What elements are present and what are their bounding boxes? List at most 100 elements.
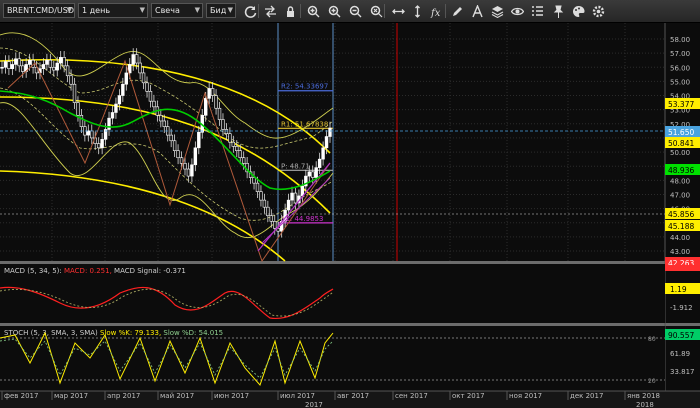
- checklist-button[interactable]: [529, 3, 545, 19]
- candle: [228, 133, 232, 143]
- candle: [231, 141, 236, 147]
- candle: [96, 143, 101, 149]
- macd-tick: -1.912: [670, 304, 693, 312]
- candle: [179, 157, 184, 164]
- candle: [193, 147, 198, 166]
- pivot-label-r2: R2: 54.33697: [281, 83, 328, 91]
- candle: [110, 112, 115, 119]
- candle: [79, 115, 84, 127]
- pencil-button[interactable]: [449, 3, 465, 19]
- candle: [124, 72, 128, 85]
- stoch-current-value: 90.557: [668, 331, 694, 340]
- fx-button[interactable]: fx: [428, 3, 444, 19]
- macd-title: MACD (5, 34, 5): MACD: 0.251, MACD Signa…: [4, 267, 186, 275]
- zoom-in-button[interactable]: [305, 3, 321, 19]
- timeframe-select[interactable]: 1 день ▼: [78, 3, 148, 18]
- candle: [210, 88, 215, 96]
- settings-button[interactable]: [590, 3, 606, 19]
- price-label: 45.188: [668, 222, 694, 231]
- price-tick: 58.00: [670, 36, 690, 44]
- zoom-reset-button[interactable]: [368, 3, 384, 19]
- candle: [186, 168, 191, 177]
- price-label: 53.377: [668, 100, 694, 109]
- candle: [262, 199, 267, 208]
- candle: [27, 59, 32, 65]
- zoom-out-button[interactable]: [347, 3, 363, 19]
- price-tick: 47.00: [670, 191, 690, 199]
- candle: [69, 75, 73, 85]
- fit-height-button[interactable]: [409, 3, 425, 19]
- arrows-button[interactable]: [262, 3, 278, 19]
- candle: [176, 150, 180, 159]
- chevron-down-icon: ▼: [66, 6, 72, 14]
- price-label: 45.856: [668, 210, 694, 219]
- refresh-button[interactable]: [242, 3, 258, 19]
- candle: [266, 206, 270, 216]
- candle: [141, 72, 146, 84]
- symbol-select[interactable]: BRENT.CMD/USD ▼: [3, 3, 75, 18]
- fit-width-button[interactable]: [390, 3, 406, 19]
- candle: [41, 64, 46, 69]
- layers-button[interactable]: [489, 3, 505, 19]
- month-label: окт 2017: [452, 392, 485, 400]
- candle: [314, 167, 318, 178]
- lock-icon: [286, 5, 294, 17]
- eye-icon: [510, 7, 524, 15]
- candle: [55, 62, 59, 71]
- candle: [217, 107, 222, 120]
- candle: [252, 177, 256, 184]
- stoch-title: STOCH (5, 3, SMA, 3, SMA) Slow %K: 79.13…: [4, 329, 223, 337]
- price-label: 50.841: [668, 139, 694, 148]
- candle: [48, 59, 53, 68]
- chart-type-select[interactable]: Свеча ▼: [151, 3, 203, 18]
- macd-signal-value: MACD Signal: -0.371: [114, 267, 186, 275]
- stoch-k-value: Slow %K: 79.133,: [100, 329, 163, 337]
- candle: [114, 103, 118, 113]
- palette-button[interactable]: [570, 3, 586, 19]
- eye-button[interactable]: [509, 3, 525, 19]
- candle: [293, 192, 298, 204]
- stoch-level-80-label: 80: [648, 336, 656, 343]
- chevron-down-icon: ▼: [139, 6, 145, 14]
- zoom-reset-icon: [370, 5, 382, 17]
- candle: [328, 127, 332, 137]
- month-label: мар 2017: [54, 392, 88, 400]
- month-label: май 2017: [160, 392, 194, 400]
- stoch-level-20-label: 20: [648, 378, 656, 385]
- price-type-select[interactable]: Бид ▼: [206, 3, 236, 18]
- timeframe-value: 1 день: [82, 6, 111, 15]
- candle: [86, 130, 91, 136]
- candle: [152, 100, 156, 108]
- pencil-icon: [452, 6, 462, 16]
- chart-type-value: Свеча: [155, 6, 180, 15]
- month-label: янв 2018: [627, 392, 660, 400]
- fit-width-icon: [391, 8, 405, 14]
- month-label: дек 2017: [570, 392, 603, 400]
- pane-separator: [0, 261, 700, 264]
- pin-button[interactable]: [550, 3, 566, 19]
- candle: [131, 54, 135, 65]
- price-tick: 55.00: [670, 78, 690, 86]
- candle: [162, 120, 166, 127]
- text-style-button[interactable]: [469, 3, 485, 19]
- pivot-label-p: P: 48.71: [281, 162, 310, 170]
- text-style-icon: [471, 4, 483, 17]
- candle: [121, 83, 125, 96]
- pane-separator: [0, 323, 700, 326]
- candle: [238, 150, 242, 159]
- price-chart[interactable]: R2: 54.33697R1: 51.67838P: 48.71S1: 44.9…: [0, 23, 700, 408]
- candle: [197, 131, 201, 149]
- price-tick: 50.00: [670, 149, 690, 157]
- candle: [259, 191, 263, 201]
- lock-button[interactable]: [282, 3, 298, 19]
- zoom-fit-button[interactable]: [326, 3, 342, 19]
- candle: [214, 95, 218, 109]
- candle: [117, 95, 122, 105]
- toolbar-separator: [445, 4, 446, 18]
- month-label: фев 2017: [4, 392, 38, 400]
- candle: [7, 61, 11, 69]
- candle: [21, 65, 25, 72]
- candle: [52, 66, 56, 71]
- macd-top-marker: [665, 265, 700, 271]
- month-label: сен 2017: [395, 392, 428, 400]
